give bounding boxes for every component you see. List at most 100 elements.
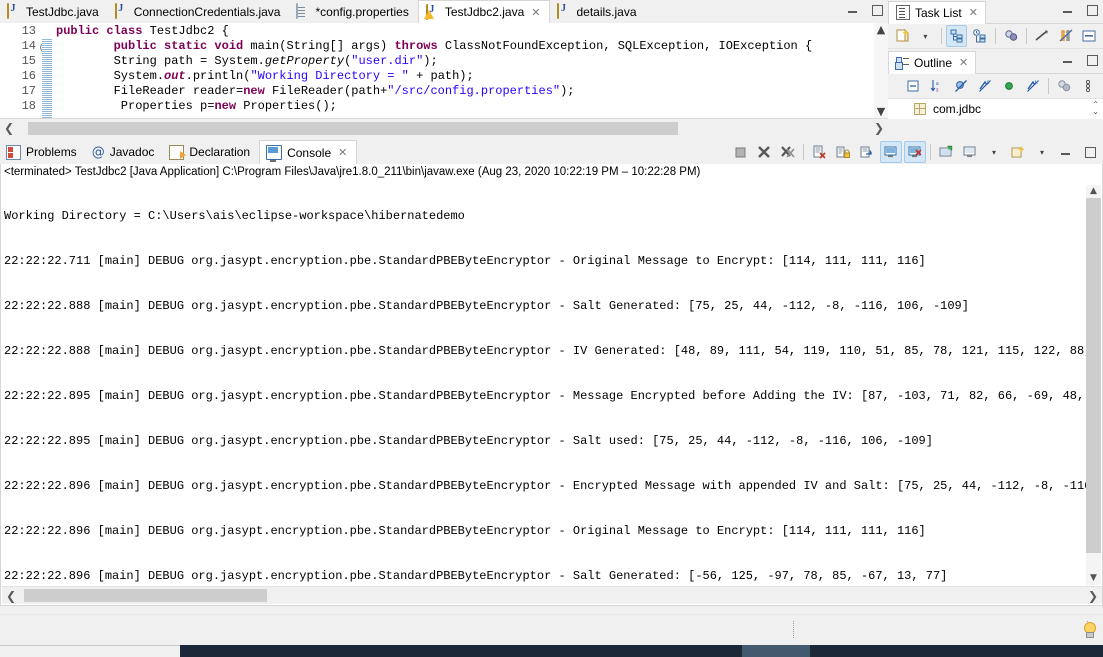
task-list-window-buttons — [1061, 3, 1099, 17]
outline-icon — [896, 56, 909, 69]
scroll-left-icon[interactable]: ❮ — [2, 589, 20, 603]
categorized-presentation-icon[interactable] — [946, 25, 967, 47]
editor-horizontal-scrollbar[interactable]: ❮ ❯ — [0, 118, 888, 137]
view-menu-icon[interactable] — [1079, 25, 1099, 47]
focus-on-workweek-icon[interactable] — [1032, 25, 1052, 47]
remove-all-terminated-icon[interactable] — [777, 141, 799, 163]
editor-tab-details[interactable]: details.java — [550, 0, 646, 23]
editor-tab-label: TestJdbc2.java — [444, 5, 525, 19]
hide-local-types-icon[interactable]: L — [1022, 75, 1044, 97]
minimize-icon[interactable] — [846, 3, 860, 17]
bottom-tab-label: Problems — [26, 145, 77, 159]
console-line: 22:22:22.895 [main] DEBUG org.jasypt.enc… — [4, 434, 933, 448]
os-taskbar — [0, 645, 1103, 657]
outline-scroll-spinner[interactable]: ⌃ ⌄ — [1092, 101, 1099, 116]
editor-tab-config-properties[interactable]: *config.properties — [289, 0, 418, 23]
tab-console[interactable]: Console ✕ — [259, 140, 358, 165]
show-console-on-output-icon[interactable] — [880, 141, 902, 163]
display-selected-console-icon[interactable] — [959, 141, 981, 163]
scroll-up-icon[interactable]: ▲ — [874, 23, 888, 36]
editor-tab-testjdbc[interactable]: TestJdbc.java — [0, 0, 108, 23]
taskbar-active-item[interactable] — [742, 645, 810, 657]
console-horizontal-scrollbar[interactable]: ❮ ❯ — [2, 586, 1102, 604]
new-task-icon[interactable] — [892, 25, 912, 47]
bottom-tab-bar: Problems @ Javadoc Declaration Console ✕ — [0, 140, 1103, 165]
toolbar-separator — [803, 144, 804, 160]
tab-outline[interactable]: Outline ✕ — [888, 50, 977, 74]
toolbar-separator — [1026, 28, 1028, 44]
spinner-down-icon[interactable]: ⌄ — [1092, 107, 1099, 116]
source-code-text[interactable]: public class TestJdbc2 { public static v… — [42, 23, 888, 118]
folding-indicator-bar — [42, 38, 53, 118]
view-menu-icon[interactable] — [1077, 75, 1099, 97]
editor-tab-label: *config.properties — [315, 4, 409, 19]
console-vertical-scrollbar[interactable]: ▲ ▼ — [1086, 185, 1101, 585]
minimize-icon[interactable] — [1061, 3, 1075, 17]
console-output-text[interactable]: Working Directory = C:\Users\ais\eclipse… — [1, 179, 1086, 605]
tab-problems[interactable]: Problems — [0, 140, 86, 164]
scroll-track[interactable] — [18, 121, 870, 135]
editor-window-buttons — [846, 3, 884, 17]
toolbar-separator — [1048, 78, 1049, 94]
close-icon[interactable]: ✕ — [959, 56, 968, 69]
tab-task-list[interactable]: Task List ✕ — [888, 0, 986, 24]
link-with-editor-icon[interactable] — [1053, 75, 1075, 97]
scheduled-presentation-icon[interactable] — [970, 25, 990, 47]
close-icon[interactable]: ✕ — [338, 146, 347, 159]
remove-launch-icon[interactable] — [753, 141, 775, 163]
maximize-icon[interactable] — [1079, 141, 1101, 163]
scroll-down-icon[interactable]: ▼ — [874, 105, 888, 118]
word-wrap-icon[interactable] — [856, 141, 878, 163]
collapse-all-icon[interactable] — [902, 75, 924, 97]
editor-tab-connectioncredentials[interactable]: ConnectionCredentials.java — [107, 0, 290, 23]
scroll-lock-icon[interactable] — [832, 141, 854, 163]
tip-of-the-day-icon[interactable] — [1083, 622, 1096, 638]
sort-icon[interactable]: az — [926, 75, 948, 97]
scroll-thumb[interactable] — [1086, 198, 1101, 553]
scroll-down-icon[interactable]: ▼ — [1086, 572, 1101, 585]
console-line: Working Directory = C:\Users\ais\eclipse… — [4, 209, 465, 223]
close-icon[interactable]: ✕ — [969, 6, 978, 19]
new-task-dropdown-icon[interactable]: ▾ — [915, 25, 935, 47]
scroll-thumb[interactable] — [24, 589, 267, 602]
scroll-thumb[interactable] — [28, 121, 678, 135]
close-icon[interactable]: ✕ — [531, 6, 540, 19]
terminate-icon[interactable] — [729, 141, 751, 163]
console-line: 22:22:22.888 [main] DEBUG org.jasypt.enc… — [4, 344, 1086, 358]
console-launch-header: <terminated> TestJdbc2 [Java Application… — [4, 166, 701, 178]
scroll-right-icon[interactable]: ❯ — [1084, 589, 1102, 603]
minimize-icon[interactable] — [1055, 141, 1077, 163]
line-number: 15 — [21, 54, 36, 68]
hide-fields-icon[interactable] — [950, 75, 972, 97]
hide-non-public-icon[interactable] — [998, 75, 1020, 97]
minimize-icon[interactable] — [1061, 53, 1075, 67]
tab-declaration[interactable]: Declaration — [163, 140, 259, 164]
scroll-up-icon[interactable]: ▲ — [1086, 185, 1101, 198]
maximize-icon[interactable] — [870, 3, 884, 17]
hide-static-icon[interactable]: S — [974, 75, 996, 97]
svg-text:a: a — [936, 81, 939, 87]
maximize-icon[interactable] — [1085, 53, 1099, 67]
console-view: Problems @ Javadoc Declaration Console ✕ — [0, 140, 1103, 625]
editor-tab-testjdbc2[interactable]: TestJdbc2.java ✕ — [417, 0, 551, 24]
console-line: 22:22:22.711 [main] DEBUG org.jasypt.enc… — [4, 254, 926, 268]
editor-tab-label: ConnectionCredentials.java — [133, 4, 281, 19]
display-selected-console-dropdown-icon[interactable]: ▾ — [983, 141, 1005, 163]
show-console-on-error-icon[interactable] — [904, 141, 926, 163]
clear-console-icon[interactable] — [808, 141, 830, 163]
scroll-right-icon[interactable]: ❯ — [870, 121, 888, 135]
open-console-dropdown-icon[interactable]: ▾ — [1031, 141, 1053, 163]
open-console-icon[interactable] — [1007, 141, 1029, 163]
java-file-warning-icon — [425, 3, 440, 20]
code-editor[interactable]: 13 14 15 16 17 18 public class TestJdbc2… — [0, 23, 888, 118]
status-grip[interactable] — [793, 621, 796, 638]
scroll-left-icon[interactable]: ❮ — [0, 121, 18, 135]
outline-tree-root[interactable]: com.jdbc ⌃ ⌄ — [888, 99, 1103, 119]
pin-console-icon[interactable] — [935, 141, 957, 163]
maximize-icon[interactable] — [1085, 3, 1099, 17]
synchronize-icon[interactable] — [1001, 25, 1021, 47]
collapse-all-icon[interactable] — [1055, 25, 1075, 47]
tab-javadoc[interactable]: @ Javadoc — [86, 140, 164, 164]
editor-vertical-scrollbar[interactable]: ▲ ▼ — [874, 23, 888, 118]
console-output-panel[interactable]: <terminated> TestJdbc2 [Java Application… — [0, 164, 1103, 606]
